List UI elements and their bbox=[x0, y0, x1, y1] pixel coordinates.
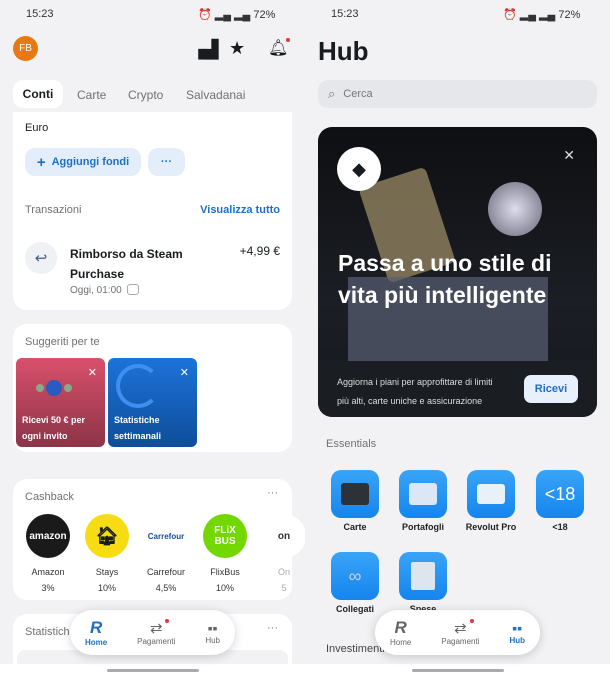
grid-icon: ▪▪ bbox=[512, 620, 523, 636]
transaction-row[interactable]: ↩ Rimborso da Steam Purchase Oggi, 01:00 … bbox=[13, 234, 292, 304]
briefcase-icon[interactable] bbox=[467, 470, 515, 518]
refund-icon: ↩ bbox=[25, 242, 57, 274]
grid-icon: ▪▪ bbox=[207, 620, 218, 636]
cashback-title: Cashback bbox=[25, 491, 74, 503]
revolut-icon: R bbox=[89, 618, 103, 637]
nav-home[interactable]: R Home bbox=[85, 618, 107, 647]
bottom-nav: R Home ⇄ Pagamenti ▪▪ Hub bbox=[375, 610, 540, 655]
transactions-title: Transazioni bbox=[25, 204, 82, 216]
receipt-icon[interactable] bbox=[399, 552, 447, 600]
close-icon[interactable]: ✕ bbox=[180, 366, 189, 379]
transaction-amount: +4,99 € bbox=[239, 244, 280, 258]
home-indicator bbox=[412, 669, 504, 672]
home-screen: 15:23 ⏰ ▂▄ ▂▄ 72% FB ▗▟ ★ 🔔︎ Conti Carte… bbox=[0, 0, 305, 680]
suggested-card: Suggeriti per te ✕ Ricevi 50 € per ogni i… bbox=[13, 324, 292, 452]
suggested-title: Suggeriti per te bbox=[25, 336, 100, 348]
currency-label: Euro bbox=[25, 122, 49, 134]
transfer-icon: ⇄ bbox=[149, 620, 163, 637]
under-18-icon[interactable]: <18 bbox=[536, 470, 584, 518]
bottom-nav: R Home ⇄ Pagamenti ▪▪ Hub bbox=[70, 610, 235, 655]
diamond-icon: ◆ bbox=[337, 147, 381, 191]
home-indicator bbox=[107, 669, 199, 672]
link-icon bbox=[127, 284, 139, 295]
amazon-logo[interactable]: amazon bbox=[26, 514, 70, 558]
promo-description: Aggiorna i piani per approfittare di lim… bbox=[337, 377, 493, 387]
star-icon[interactable]: ★ bbox=[229, 38, 245, 59]
transaction-time: Oggi, 01:00 bbox=[70, 285, 122, 296]
weekly-stats-tile[interactable]: ✕ Statistiche settimanali bbox=[108, 358, 197, 447]
flixbus-logo[interactable]: FLiX BUS bbox=[203, 514, 247, 558]
account-card: Euro + Aggiungi fondi ··· Transazioni Vis… bbox=[13, 112, 292, 310]
promo-title: Passa a uno stile di bbox=[338, 250, 552, 276]
hub-screen: 15:23 ⏰ ▂▄ ▂▄ 72% Hub ⌕ Cerca ◆ ✕ Passa a… bbox=[305, 0, 610, 680]
transaction-title: Rimborso da Steam bbox=[70, 247, 183, 261]
nav-hub[interactable]: ▪▪ Hub bbox=[509, 620, 525, 645]
nav-hub[interactable]: ▪▪ Hub bbox=[205, 620, 220, 645]
wallet-icon[interactable] bbox=[399, 470, 447, 518]
avatar[interactable]: FB bbox=[13, 36, 38, 61]
nav-payments[interactable]: ⇄ Pagamenti bbox=[441, 619, 480, 646]
page-title: Hub bbox=[318, 36, 369, 66]
search-icon: ⌕ bbox=[328, 86, 336, 101]
nav-payments[interactable]: ⇄ Pagamenti bbox=[137, 619, 175, 646]
status-time: 15:23 bbox=[26, 8, 54, 20]
more-icon[interactable]: ··· bbox=[267, 487, 278, 499]
tab-carte[interactable]: Carte bbox=[77, 88, 106, 102]
plus-icon: + bbox=[36, 153, 46, 171]
cards-icon[interactable] bbox=[331, 470, 379, 518]
alarm-icon: ⏰ ▂▄ ▂▄ bbox=[198, 9, 251, 21]
search-input[interactable]: ⌕ Cerca bbox=[318, 80, 597, 108]
cashback-card: Cashback ··· amazon 🏠︎ Carrefour FLiX BUS… bbox=[13, 479, 305, 600]
bell-icon[interactable]: 🔔︎ bbox=[268, 38, 291, 58]
link-icon[interactable]: ∞ bbox=[331, 552, 379, 600]
transfer-icon: ⇄ bbox=[454, 620, 467, 637]
referral-tile[interactable]: ✕ Ricevi 50 € per ogni invito bbox=[16, 358, 105, 447]
tab-salvadanai[interactable]: Salvadanai bbox=[186, 88, 245, 102]
battery-level: 72% bbox=[253, 9, 276, 21]
revolut-icon: R bbox=[394, 618, 407, 637]
chart-icon bbox=[116, 364, 160, 408]
stats-title: Statistich bbox=[25, 626, 70, 638]
people-icon bbox=[46, 380, 62, 396]
analytics-icon[interactable]: ▗▟ bbox=[192, 40, 218, 60]
premium-promo-card[interactable]: ◆ ✕ Passa a uno stile di vita più intelli… bbox=[318, 127, 597, 417]
more-button[interactable]: ··· bbox=[148, 148, 185, 176]
carrefour-logo[interactable]: Carrefour bbox=[144, 514, 188, 558]
investments-title: Investimenti bbox=[326, 643, 385, 655]
close-icon[interactable]: ✕ bbox=[563, 147, 575, 164]
stays-logo[interactable]: 🏠︎ bbox=[85, 514, 129, 558]
view-all-link[interactable]: Visualizza tutto bbox=[200, 204, 280, 216]
alarm-icon: ⏰ ▂▄ ▂▄ bbox=[503, 9, 556, 21]
globe-illustration bbox=[488, 182, 542, 236]
ricevi-button[interactable]: Ricevi bbox=[524, 375, 578, 403]
tab-conti[interactable]: Conti bbox=[13, 80, 63, 108]
close-icon[interactable]: ✕ bbox=[88, 366, 97, 379]
essentials-title: Essentials bbox=[326, 438, 377, 450]
add-funds-button[interactable]: + Aggiungi fondi bbox=[25, 148, 141, 176]
nav-home[interactable]: R Home bbox=[390, 618, 411, 647]
on-logo[interactable]: on bbox=[262, 514, 305, 558]
more-icon[interactable]: ··· bbox=[267, 622, 278, 634]
tab-crypto[interactable]: Crypto bbox=[128, 88, 163, 102]
